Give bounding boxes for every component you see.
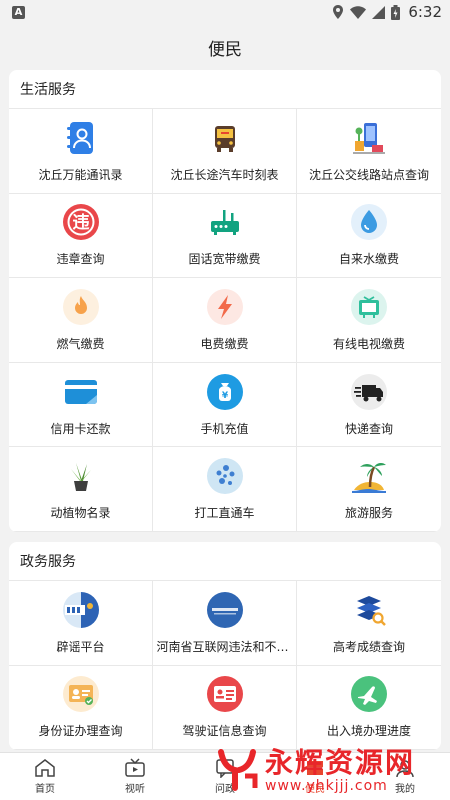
service-item-violation[interactable]: 违 违章查询: [9, 193, 153, 279]
dots-icon: [206, 457, 244, 495]
service-item-broadband[interactable]: 固话宽带缴费: [153, 193, 297, 279]
service-label: 高考成绩查询: [332, 639, 405, 654]
service-item-entry-exit[interactable]: 出入境办理进度: [297, 666, 441, 751]
service-label: 违章查询: [56, 252, 105, 267]
service-label: 辟谣平台: [56, 639, 105, 654]
service-item-job-bus[interactable]: 打工直通车: [153, 447, 297, 532]
driver-license-icon: [206, 675, 244, 713]
watermark-url: www.yhkjjj.com: [265, 778, 388, 794]
books-search-icon: [350, 591, 388, 629]
bus-stop-icon: [350, 119, 388, 157]
page-title-bar: 便民: [0, 24, 450, 70]
service-item-phone-recharge[interactable]: ¥ 手机充值: [153, 362, 297, 448]
watermark: 永辉资源网 www.yhkjjj.com: [215, 744, 447, 796]
flame-icon: [62, 288, 100, 326]
section-title: 生活服务: [9, 70, 441, 109]
section-life-services: 生活服务 沈丘万能通讯录 沈丘长途汽车时刻表 沈丘公交线路站点查询 违 违章查询: [9, 70, 441, 532]
contact-book-icon: [62, 119, 100, 157]
service-label: 打工直通车: [194, 506, 255, 521]
service-label: 自来水缴费: [338, 252, 399, 267]
traffic-violation-icon: 违: [62, 203, 100, 241]
section-government-services: 政务服务 辟谣平台 河南省互联网违法和不良… 高考成绩查询 身份证办理查询 驾驶…: [9, 541, 441, 751]
nav-home[interactable]: 首页: [0, 753, 90, 800]
service-label: 动植物名录: [50, 506, 111, 521]
water-drop-icon: [350, 203, 388, 241]
airplane-icon: [350, 675, 388, 713]
service-item-tourism[interactable]: 旅游服务: [297, 447, 441, 532]
id-card-icon: [62, 675, 100, 713]
plant-icon: [62, 457, 100, 495]
tv-play-icon: [125, 758, 145, 777]
bus-icon: [206, 119, 244, 157]
service-label: 信用卡还款: [50, 421, 111, 436]
service-label: 沈丘万能通讯录: [38, 167, 123, 182]
service-label: 身份证办理查询: [38, 724, 123, 739]
report-center-icon: [206, 591, 244, 629]
service-item-gas[interactable]: 燃气缴费: [9, 278, 153, 363]
lightning-icon: [206, 288, 244, 326]
page-title: 便民: [208, 39, 242, 60]
service-item-credit-card[interactable]: 信用卡还款: [9, 362, 153, 448]
service-label: 快递查询: [344, 421, 393, 436]
service-item-electricity[interactable]: 电费缴费: [153, 278, 297, 363]
service-label: 旅游服务: [344, 506, 393, 521]
service-label: 有线电视缴费: [332, 336, 405, 351]
service-item-gaokao-score[interactable]: 高考成绩查询: [297, 581, 441, 666]
service-label: 手机充值: [200, 421, 249, 436]
nav-label: 首页: [35, 784, 55, 795]
tv-icon: [350, 288, 388, 326]
signal-icon: [372, 5, 386, 19]
service-label: 河南省互联网违法和不良…: [156, 639, 293, 654]
watermark-brand: 永辉资源网: [265, 746, 416, 779]
battery-icon: [391, 4, 401, 20]
delivery-truck-icon: [350, 373, 388, 411]
service-item-bus-stop[interactable]: 沈丘公交线路站点查询: [297, 109, 441, 194]
nav-label: 视听: [125, 784, 145, 795]
service-item-express[interactable]: 快递查询: [297, 363, 441, 448]
rumor-platform-icon: [62, 591, 100, 629]
svg-text:违: 违: [72, 212, 89, 233]
location-icon: [333, 5, 344, 19]
service-item-bus-schedule[interactable]: 沈丘长途汽车时刻表: [153, 109, 297, 194]
palm-tree-icon: [350, 457, 388, 495]
status-time: 6:32: [408, 3, 442, 21]
wifi-icon: [350, 5, 367, 19]
nav-audio-video[interactable]: 视听: [90, 753, 180, 800]
status-bar: A 6:32: [0, 0, 450, 24]
service-item-report-center[interactable]: 河南省互联网违法和不良…: [153, 580, 297, 666]
service-label: 电费缴费: [200, 336, 249, 351]
service-item-contacts[interactable]: 沈丘万能通讯录: [9, 109, 153, 194]
svg-text:¥: ¥: [221, 391, 228, 401]
service-label: 驾驶证信息查询: [182, 724, 267, 739]
service-item-cable-tv[interactable]: 有线电视缴费: [297, 278, 441, 363]
section-title: 政务服务: [9, 542, 441, 581]
router-icon: [206, 203, 244, 241]
service-item-id-card[interactable]: 身份证办理查询: [9, 665, 153, 751]
home-icon: [35, 759, 55, 777]
service-item-water[interactable]: 自来水缴费: [297, 194, 441, 279]
service-label: 沈丘公交线路站点查询: [308, 167, 429, 182]
service-item-driver-license[interactable]: 驾驶证信息查询: [153, 665, 297, 751]
service-item-rumor-platform[interactable]: 辟谣平台: [9, 580, 153, 666]
service-label: 固话宽带缴费: [188, 252, 261, 267]
service-label: 沈丘长途汽车时刻表: [170, 167, 279, 182]
watermark-logo-icon: [218, 749, 258, 791]
notification-a-icon: A: [12, 5, 25, 19]
money-bag-icon: ¥: [206, 373, 244, 411]
service-label: 燃气缴费: [56, 336, 105, 351]
service-label: 出入境办理进度: [326, 724, 411, 739]
service-item-flora-fauna[interactable]: 动植物名录: [9, 447, 153, 532]
credit-card-icon: [62, 373, 100, 411]
